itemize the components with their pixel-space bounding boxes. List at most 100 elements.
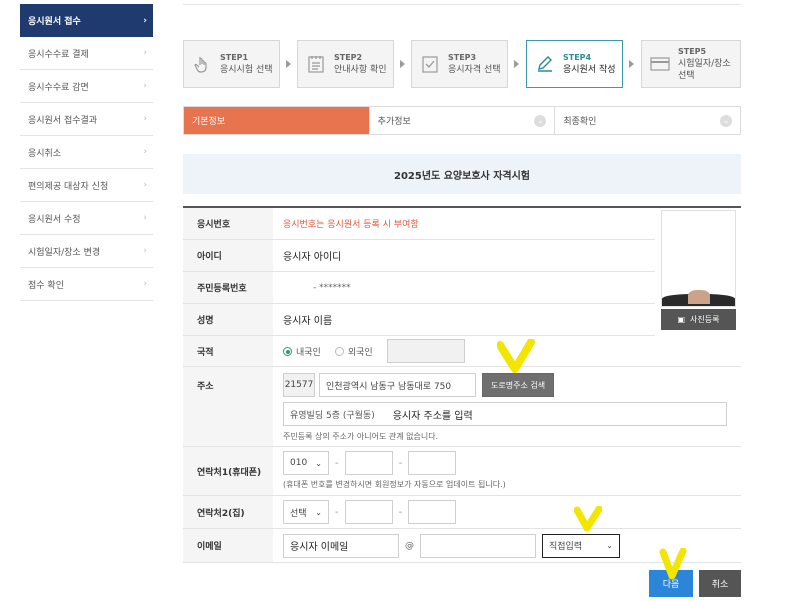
exam-title-banner: 2025년도 요양보호사 자격시험 xyxy=(183,154,741,194)
email-domain-input[interactable] xyxy=(420,533,536,558)
zipcode-input[interactable]: 21577 xyxy=(283,373,315,397)
step-4: STEP4 응시원서 작성 xyxy=(526,40,623,88)
tab-label: 최종확인 xyxy=(563,117,597,127)
radio-dot xyxy=(334,346,344,356)
step-name: 시험일자/장소 선택 xyxy=(678,58,731,81)
tab-label: 기본정보 xyxy=(192,117,226,127)
checkmark-annotation-icon xyxy=(659,548,687,580)
radio-foreign[interactable]: 외국인 xyxy=(334,345,373,358)
application-form: 응시번호 응시번호는 응시원서 등록 시 부여함 아이디 응시자 아이디 주민등… xyxy=(183,206,741,563)
chevron-down-icon: ⌄ xyxy=(606,541,613,550)
hand-pointer-icon xyxy=(192,54,212,74)
chevron-right-icon: › xyxy=(143,180,147,190)
sidebar-item-label: 응시원서 접수 xyxy=(28,17,81,27)
camera-icon: ▣ xyxy=(677,315,686,324)
chevron-right-icon: › xyxy=(143,246,147,256)
mobile-last-input[interactable] xyxy=(408,451,457,475)
step-name: 응시자격 선택 xyxy=(448,64,501,75)
chevron-down-icon: ⌄ xyxy=(720,114,733,127)
email-domain-select[interactable]: 직접입력 ⌄ xyxy=(542,533,620,558)
field-label: 국적 xyxy=(183,336,273,366)
email-local-input[interactable]: 응시자 이메일 xyxy=(283,533,399,558)
select-value: 선택 xyxy=(290,508,307,519)
radio-label: 외국인 xyxy=(347,347,373,358)
detail-address-input[interactable]: 유영빌딩 5층 (구월동) 응시자 주소를 입력 xyxy=(283,402,727,426)
top-divider xyxy=(183,4,741,5)
dash-separator: - xyxy=(335,457,339,469)
field-label: 성명 xyxy=(183,304,273,335)
field-label: 아이디 xyxy=(183,240,273,271)
form-tabs: 기본정보 추가정보 ⌄ 최종확인 ⌄ xyxy=(183,106,741,135)
sidebar-item-label: 응시수수료 결제 xyxy=(28,49,89,60)
step-name: 안내사항 확인 xyxy=(334,64,387,75)
step-number: STEP1 xyxy=(220,52,249,62)
sidebar-item-modify[interactable]: 응시원서 수정 › xyxy=(20,202,153,235)
step-2: STEP2 안내사항 확인 xyxy=(297,40,394,88)
sidebar-item-score[interactable]: 점수 확인 › xyxy=(20,268,153,301)
tab-label: 추가정보 xyxy=(377,117,411,127)
sidebar-item-accommodation[interactable]: 편의제공 대상자 신청 › xyxy=(20,169,153,202)
exam-title: 2025년도 요양보호사 자격시험 xyxy=(394,170,530,182)
step-5: STEP5 시험일자/장소 선택 xyxy=(641,40,741,88)
chevron-right-icon: › xyxy=(143,114,147,124)
checkbox-icon xyxy=(420,54,440,74)
user-id-value: 응시자 아이디 xyxy=(283,252,342,263)
row-name: 성명 응시자 이름 xyxy=(183,304,655,336)
step-name: 응시원서 작성 xyxy=(563,64,616,75)
mobile-middle-input[interactable] xyxy=(344,451,393,475)
pen-icon xyxy=(535,54,555,74)
sidebar-item-label: 응시수수료 감면 xyxy=(28,82,89,93)
nationality-country-input[interactable] xyxy=(386,339,465,363)
step-progress: STEP1 응시시험 선택 STEP2 안내사항 확인 STEP3 응시자격 선택 S… xyxy=(183,40,741,88)
step-arrow-icon xyxy=(286,60,291,68)
detail-address-typed: 응시자 주소를 입력 xyxy=(392,410,473,422)
sidebar-item-label: 응시원서 접수결과 xyxy=(28,115,98,126)
radio-domestic[interactable]: 내국인 xyxy=(283,345,321,358)
photo-register-button[interactable]: ▣ 사진등록 xyxy=(661,309,736,330)
row-nationality: 국적 내국인 외국인 xyxy=(183,336,741,367)
checkmark-annotation-icon xyxy=(574,506,602,532)
chevron-down-icon: ⌄ xyxy=(534,114,547,127)
tab-basic-info[interactable]: 기본정보 xyxy=(184,107,370,134)
sidebar-item-cancel[interactable]: 응시취소 › xyxy=(20,136,153,169)
chevron-right-icon: › xyxy=(143,279,147,289)
field-label: 주민등록번호 xyxy=(183,272,273,303)
sidebar-item-change-place[interactable]: 시험일자/장소 변경 › xyxy=(20,235,153,268)
chevron-right-icon: › xyxy=(143,81,147,91)
tab-additional-info[interactable]: 추가정보 ⌄ xyxy=(370,107,556,134)
name-value: 응시자 이름 xyxy=(283,316,333,327)
home-middle-input[interactable] xyxy=(344,500,393,524)
dash-separator: - xyxy=(398,457,403,469)
tab-final-confirm[interactable]: 최종확인 ⌄ xyxy=(555,107,740,134)
home-prefix-select[interactable]: 선택 ⌄ xyxy=(283,500,329,524)
row-home-phone: 연락처2(집) 선택 ⌄ - - xyxy=(183,496,741,529)
home-last-input[interactable] xyxy=(408,500,457,524)
cancel-button[interactable]: 취소 xyxy=(699,570,741,597)
email-at-sign: @ xyxy=(405,540,414,551)
select-value: 직접입력 xyxy=(549,542,583,552)
resident-no-value: - ******* xyxy=(313,282,351,293)
chevron-down-icon: ⌄ xyxy=(315,458,322,468)
mobile-prefix-select[interactable]: 010 ⌄ xyxy=(283,451,329,475)
address-search-button[interactable]: 도로명주소 검색 xyxy=(482,373,555,397)
sidebar-item-payment[interactable]: 응시수수료 결제 › xyxy=(20,37,153,70)
step-name: 응시시험 선택 xyxy=(220,64,273,75)
sidebar-item-apply[interactable]: 응시원서 접수 › xyxy=(20,4,153,37)
sidebar-item-fee-reduction[interactable]: 응시수수료 감면 › xyxy=(20,70,153,103)
chevron-right-icon: › xyxy=(143,48,147,58)
row-resident-no: 주민등록번호 - ******* xyxy=(183,272,655,304)
notice-list-icon xyxy=(306,54,326,74)
step-arrow-icon xyxy=(400,60,405,68)
step-number: STEP3 xyxy=(448,52,477,62)
dash-separator: - xyxy=(335,506,339,518)
chevron-right-icon: › xyxy=(143,147,147,157)
row-mobile: 연락처1(휴대폰) 010 ⌄ - - (휴대폰 번호를 변경하시면 회원정보가 … xyxy=(183,447,741,496)
checkmark-annotation-icon xyxy=(497,339,535,373)
row-user-id: 아이디 응시자 아이디 xyxy=(183,240,655,272)
detail-address-value: 유영빌딩 5층 (구월동) xyxy=(290,410,375,421)
row-address: 주소 21577 인천광역시 남동구 남동대로 750 도로명주소 검색 유영빌… xyxy=(183,367,741,447)
sidebar-item-apply-result[interactable]: 응시원서 접수결과 › xyxy=(20,103,153,136)
card-icon xyxy=(650,54,670,74)
road-address-input[interactable]: 인천광역시 남동구 남동대로 750 xyxy=(319,373,476,397)
step-number: STEP2 xyxy=(334,52,363,62)
